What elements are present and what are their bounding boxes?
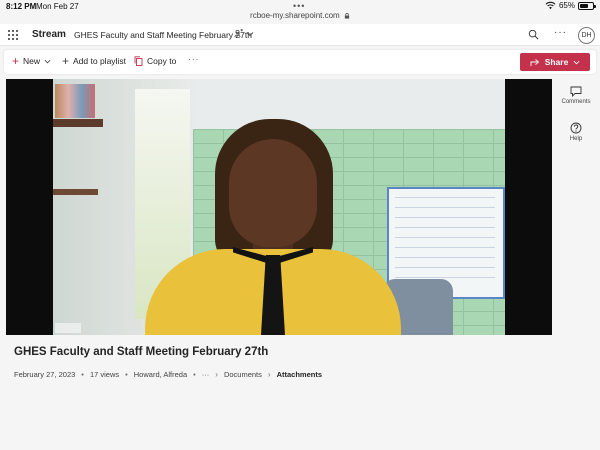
breadcrumb-documents[interactable]: Documents: [224, 370, 262, 379]
video-owner[interactable]: Howard, Alfreda: [134, 370, 187, 379]
plus-icon: +: [12, 54, 20, 68]
app-name[interactable]: Stream: [32, 29, 66, 40]
copy-icon: [134, 56, 143, 66]
copy-to-label: Copy to: [147, 56, 177, 66]
battery-percent: 65%: [558, 1, 575, 10]
chevron-right-icon: ›: [215, 370, 218, 379]
video-frame[interactable]: [53, 79, 505, 335]
video-player[interactable]: [6, 79, 552, 335]
video-meta: February 27, 2023 • 17 views • Howard, A…: [14, 370, 322, 379]
wifi-icon: [545, 1, 556, 10]
new-button[interactable]: + New: [12, 54, 51, 68]
chevron-down-icon: [44, 59, 51, 63]
waffle-icon[interactable]: [8, 30, 18, 40]
video-views: 17 views: [89, 370, 120, 379]
help-label: Help: [569, 136, 583, 142]
search-icon[interactable]: [528, 29, 539, 40]
comments-label: Comments: [561, 99, 591, 105]
command-bar: + New + Add to playlist Copy to ··· Shar…: [4, 50, 596, 74]
video-date: February 27, 2023: [14, 370, 76, 379]
status-time: 8:12 PM: [6, 2, 37, 11]
avatar[interactable]: DH: [578, 27, 595, 44]
chevron-down-icon[interactable]: [246, 30, 254, 38]
battery-level: [580, 3, 588, 8]
new-label: New: [23, 56, 41, 66]
document-title: GHES Faculty and Staff Meeting February …: [74, 30, 252, 40]
comment-icon: [570, 86, 582, 97]
help-button[interactable]: Help: [556, 122, 596, 142]
add-playlist-label: Add to playlist: [73, 56, 126, 66]
share-people-icon[interactable]: [234, 29, 244, 39]
video-title: GHES Faculty and Staff Meeting February …: [14, 346, 269, 358]
breadcrumb-attachments[interactable]: Attachments: [277, 370, 322, 379]
more-icon[interactable]: ···: [554, 27, 567, 38]
url-text: rcboe-my.sharepoint.com: [250, 11, 340, 20]
share-icon: [530, 58, 539, 66]
share-button[interactable]: Share: [520, 53, 590, 71]
lock-icon: [344, 13, 350, 19]
chevron-right-icon: ›: [267, 370, 271, 379]
status-date: Mon Feb 27: [36, 2, 79, 11]
status-right: 65%: [545, 1, 596, 10]
help-icon: [570, 122, 582, 134]
url-bar[interactable]: rcboe-my.sharepoint.com: [0, 11, 600, 23]
comments-button[interactable]: Comments: [556, 86, 596, 105]
app-header: Stream GHES Faculty and Staff Meeting Fe…: [0, 24, 600, 46]
share-label: Share: [544, 57, 569, 67]
battery-icon: [578, 1, 596, 10]
multitask-dots-icon[interactable]: •••: [293, 1, 305, 11]
copy-to-button[interactable]: Copy to: [134, 56, 176, 66]
plus-icon: +: [62, 54, 70, 68]
breadcrumb-more[interactable]: ···: [202, 370, 210, 379]
title-actions: [234, 29, 254, 39]
add-to-playlist-button[interactable]: + Add to playlist: [62, 54, 126, 68]
toolbar-more-icon[interactable]: ···: [188, 54, 200, 64]
chevron-down-icon: [573, 60, 580, 64]
